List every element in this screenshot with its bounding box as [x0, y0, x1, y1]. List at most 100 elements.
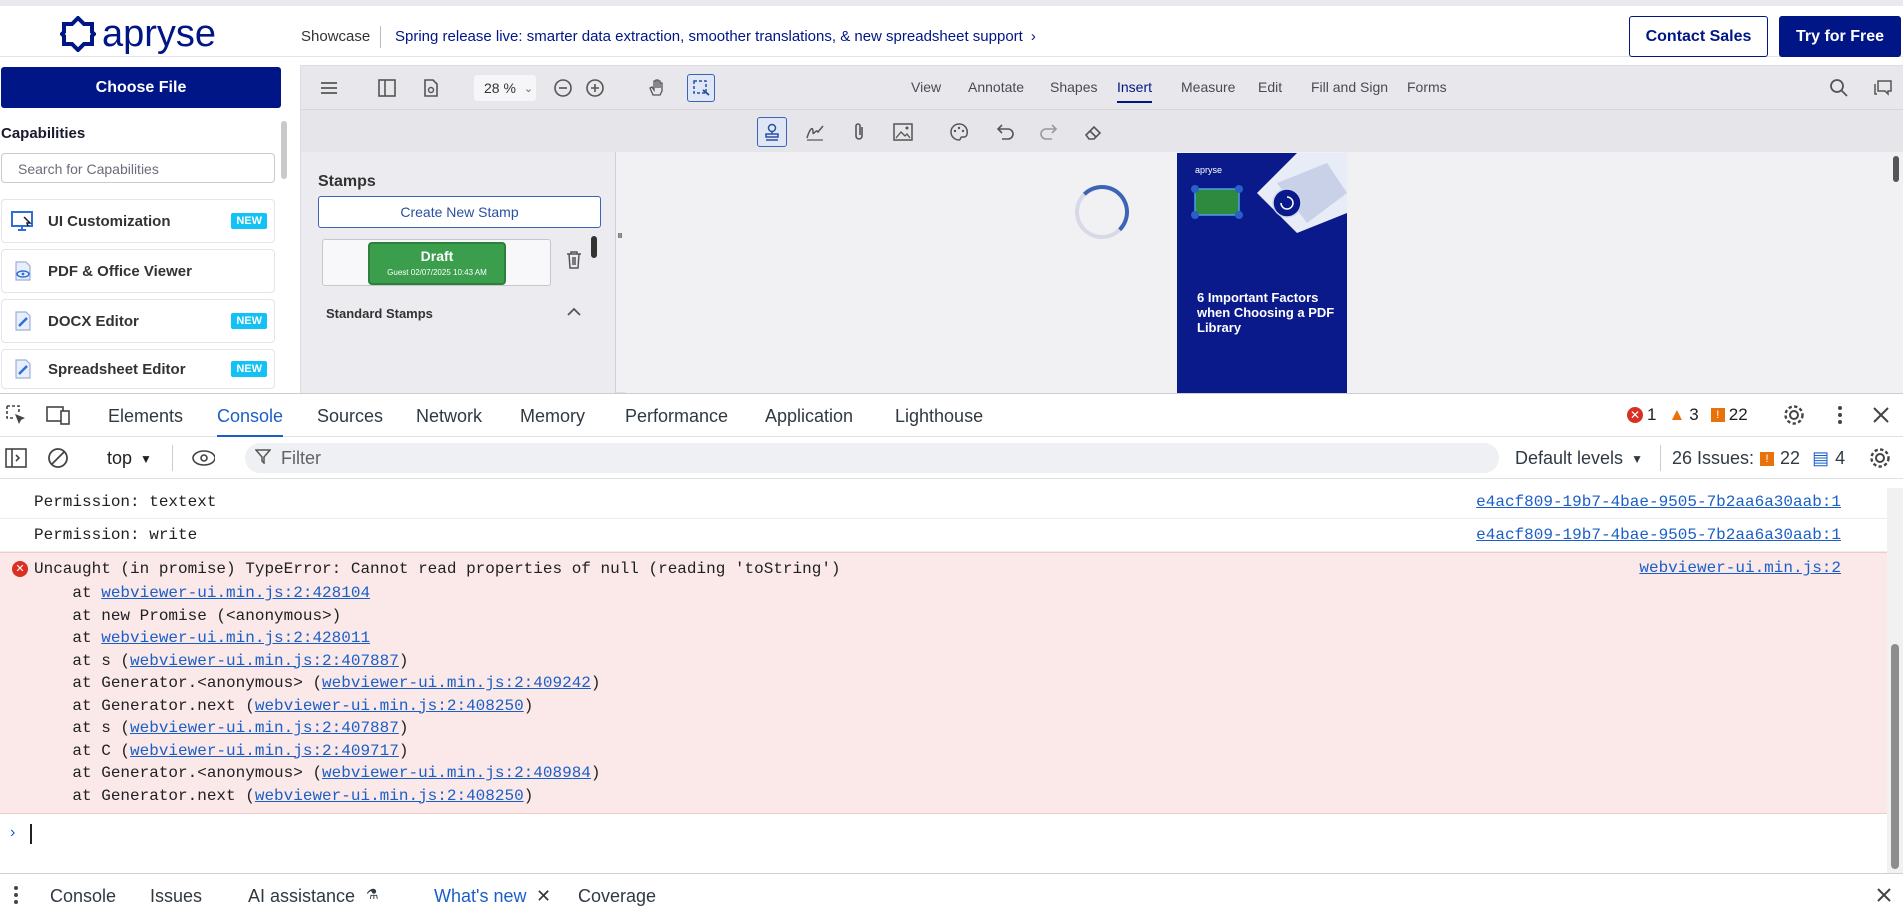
try-for-free-button[interactable]: Try for Free	[1779, 16, 1901, 57]
stack-frame-link[interactable]: webviewer-ui.min.js:2:408984	[322, 764, 591, 782]
signature-tool-icon[interactable]	[803, 120, 827, 144]
clear-console-icon[interactable]	[46, 446, 70, 470]
close-drawer-icon[interactable]	[1872, 883, 1896, 907]
log-levels-dropdown[interactable]: Default levels ▼	[1515, 448, 1643, 469]
select-tool-icon[interactable]	[687, 74, 715, 102]
zoom-out-icon[interactable]	[551, 76, 575, 100]
stack-frame-link[interactable]: webviewer-ui.min.js:2:407887	[130, 719, 399, 737]
trash-icon[interactable]	[565, 250, 585, 274]
more-options-icon[interactable]	[1828, 403, 1852, 427]
zoom-in-icon[interactable]	[583, 76, 607, 100]
tab-application[interactable]: Application	[765, 406, 853, 427]
panel-resize-handle[interactable]: ⏸	[617, 228, 623, 243]
hamburger-menu-icon[interactable]	[317, 76, 341, 100]
inspect-element-icon[interactable]	[4, 403, 28, 427]
sidebar-toggle-icon[interactable]	[4, 446, 28, 470]
capabilities-heading: Capabilities	[1, 125, 86, 142]
drawer-tab-issues[interactable]: Issues	[150, 886, 202, 907]
color-palette-icon[interactable]	[947, 120, 971, 144]
tab-performance[interactable]: Performance	[625, 406, 728, 427]
close-devtools-icon[interactable]	[1869, 403, 1893, 427]
close-tab-icon[interactable]: ✕	[536, 886, 551, 907]
contact-sales-button[interactable]: Contact Sales	[1629, 16, 1768, 57]
error-source-link[interactable]: webviewer-ui.min.js:2	[1639, 559, 1841, 577]
sidebar-scrollbar[interactable]	[281, 121, 287, 179]
stack-frame-link[interactable]: webviewer-ui.min.js:2:409242	[322, 674, 591, 692]
menu-fill-and-sign[interactable]: Fill and Sign	[1311, 79, 1388, 95]
device-toolbar-icon[interactable]	[46, 403, 70, 427]
zoom-select[interactable]: 28 % ⌄	[474, 75, 536, 101]
pan-hand-icon[interactable]	[645, 76, 669, 100]
console-filter-input[interactable]: Filter	[245, 443, 1499, 473]
standard-stamps-heading[interactable]: Standard Stamps	[326, 306, 433, 321]
comments-panel-icon[interactable]	[1871, 76, 1895, 100]
canvas-scrollbar[interactable]	[1893, 156, 1899, 182]
capability-spreadsheet-editor[interactable]: Spreadsheet Editor NEW	[1, 349, 275, 389]
log-source-link[interactable]: e4acf809-19b7-4bae-9505-7b2aa6a30aab:1	[1476, 493, 1841, 511]
apryse-logo[interactable]: apryse	[60, 13, 216, 55]
log-source-link[interactable]: e4acf809-19b7-4bae-9505-7b2aa6a30aab:1	[1476, 526, 1841, 544]
capability-ui-customization[interactable]: UI Customization NEW	[1, 199, 275, 243]
redo-icon[interactable]	[1037, 120, 1061, 144]
stack-frame-link[interactable]: webviewer-ui.min.js:2:428011	[101, 629, 370, 647]
search-icon[interactable]	[1827, 76, 1851, 100]
undo-icon[interactable]	[993, 120, 1017, 144]
apryse-logo-icon	[60, 16, 96, 52]
stack-frame-link[interactable]: webviewer-ui.min.js:2:408250	[255, 697, 524, 715]
menu-edit[interactable]: Edit	[1258, 79, 1282, 95]
tab-memory[interactable]: Memory	[520, 406, 585, 427]
document-page-thumbnail[interactable]: apryse 6 Important Factors when Choosing…	[1177, 153, 1347, 394]
capability-pdf-office-viewer[interactable]: PDF & Office Viewer	[1, 249, 275, 293]
drawer-tab-coverage[interactable]: Coverage	[578, 886, 656, 907]
tab-lighthouse[interactable]: Lighthouse	[895, 406, 983, 427]
console-prompt[interactable]: ›	[0, 816, 1903, 856]
draft-stamp[interactable]: Draft Guest 02/07/2025 10:43 AM	[368, 242, 506, 285]
capability-docx-editor[interactable]: DOCX Editor NEW	[1, 299, 275, 343]
eraser-icon[interactable]	[1081, 120, 1105, 144]
image-tool-icon[interactable]	[891, 120, 915, 144]
menu-insert[interactable]: Insert	[1117, 79, 1153, 103]
console-scrollbar-thumb[interactable]	[1891, 644, 1899, 869]
stack-frame-link[interactable]: webviewer-ui.min.js:2:407887	[130, 652, 399, 670]
tab-network[interactable]: Network	[416, 406, 482, 427]
tab-sources[interactable]: Sources	[317, 406, 383, 427]
drawer-tab-whats-new[interactable]: What's new	[434, 886, 526, 907]
capabilities-search-input[interactable]: Search for Capabilities	[1, 153, 275, 183]
zoom-value: 28 %	[484, 80, 516, 96]
tab-console[interactable]: Console	[217, 406, 284, 437]
showcase-link[interactable]: Showcase	[301, 28, 370, 45]
error-warning-counts[interactable]: ✕ 1 ▲ 3 ! 22	[1627, 405, 1748, 425]
stamp-tool-icon[interactable]	[757, 117, 787, 147]
create-new-stamp-button[interactable]: Create New Stamp	[318, 196, 601, 228]
console-settings-gear-icon[interactable]	[1868, 446, 1892, 470]
menu-measure[interactable]: Measure	[1181, 79, 1235, 95]
drawer-tab-console[interactable]: Console	[50, 886, 116, 907]
context-selector[interactable]: top ▼	[107, 448, 152, 469]
choose-file-button[interactable]: Choose File	[1, 67, 281, 108]
stack-frame-link[interactable]: webviewer-ui.min.js:2:409717	[130, 742, 399, 760]
devtools-panel: Elements Console Sources Network Memory …	[0, 393, 1903, 908]
stack-frame: at webviewer-ui.min.js:2:428011	[34, 627, 1887, 650]
menu-shapes[interactable]: Shapes	[1050, 79, 1097, 95]
custom-stamp-card[interactable]: Draft Guest 02/07/2025 10:43 AM	[322, 239, 551, 286]
chevron-up-icon[interactable]	[567, 304, 581, 322]
settings-gear-icon[interactable]	[1782, 403, 1806, 427]
stack-frame: at s (webviewer-ui.min.js:2:407887)	[34, 717, 1887, 740]
live-expression-eye-icon[interactable]	[191, 446, 215, 470]
promo-banner-link[interactable]: Spring release live: smarter data extrac…	[395, 28, 1036, 45]
drawer-more-icon[interactable]	[4, 883, 28, 907]
error-circle-icon: ✕	[12, 561, 28, 577]
page-view-icon[interactable]	[419, 76, 443, 100]
drawer-tab-ai-assistance[interactable]: AI assistance	[248, 886, 355, 907]
menu-forms[interactable]: Forms	[1407, 79, 1447, 95]
header-divider	[380, 26, 381, 48]
file-attachment-icon[interactable]	[847, 120, 871, 144]
tab-elements[interactable]: Elements	[108, 406, 183, 427]
stack-frame-link[interactable]: webviewer-ui.min.js:2:428104	[101, 584, 370, 602]
issues-counter[interactable]: 26 Issues: ! 22 ▤ 4	[1672, 448, 1845, 469]
stack-frame-link[interactable]: webviewer-ui.min.js:2:408250	[255, 787, 524, 805]
menu-annotate[interactable]: Annotate	[968, 79, 1024, 95]
panel-toggle-icon[interactable]	[375, 76, 399, 100]
menu-view[interactable]: View	[911, 79, 941, 95]
panel-scrollbar[interactable]	[591, 236, 597, 258]
